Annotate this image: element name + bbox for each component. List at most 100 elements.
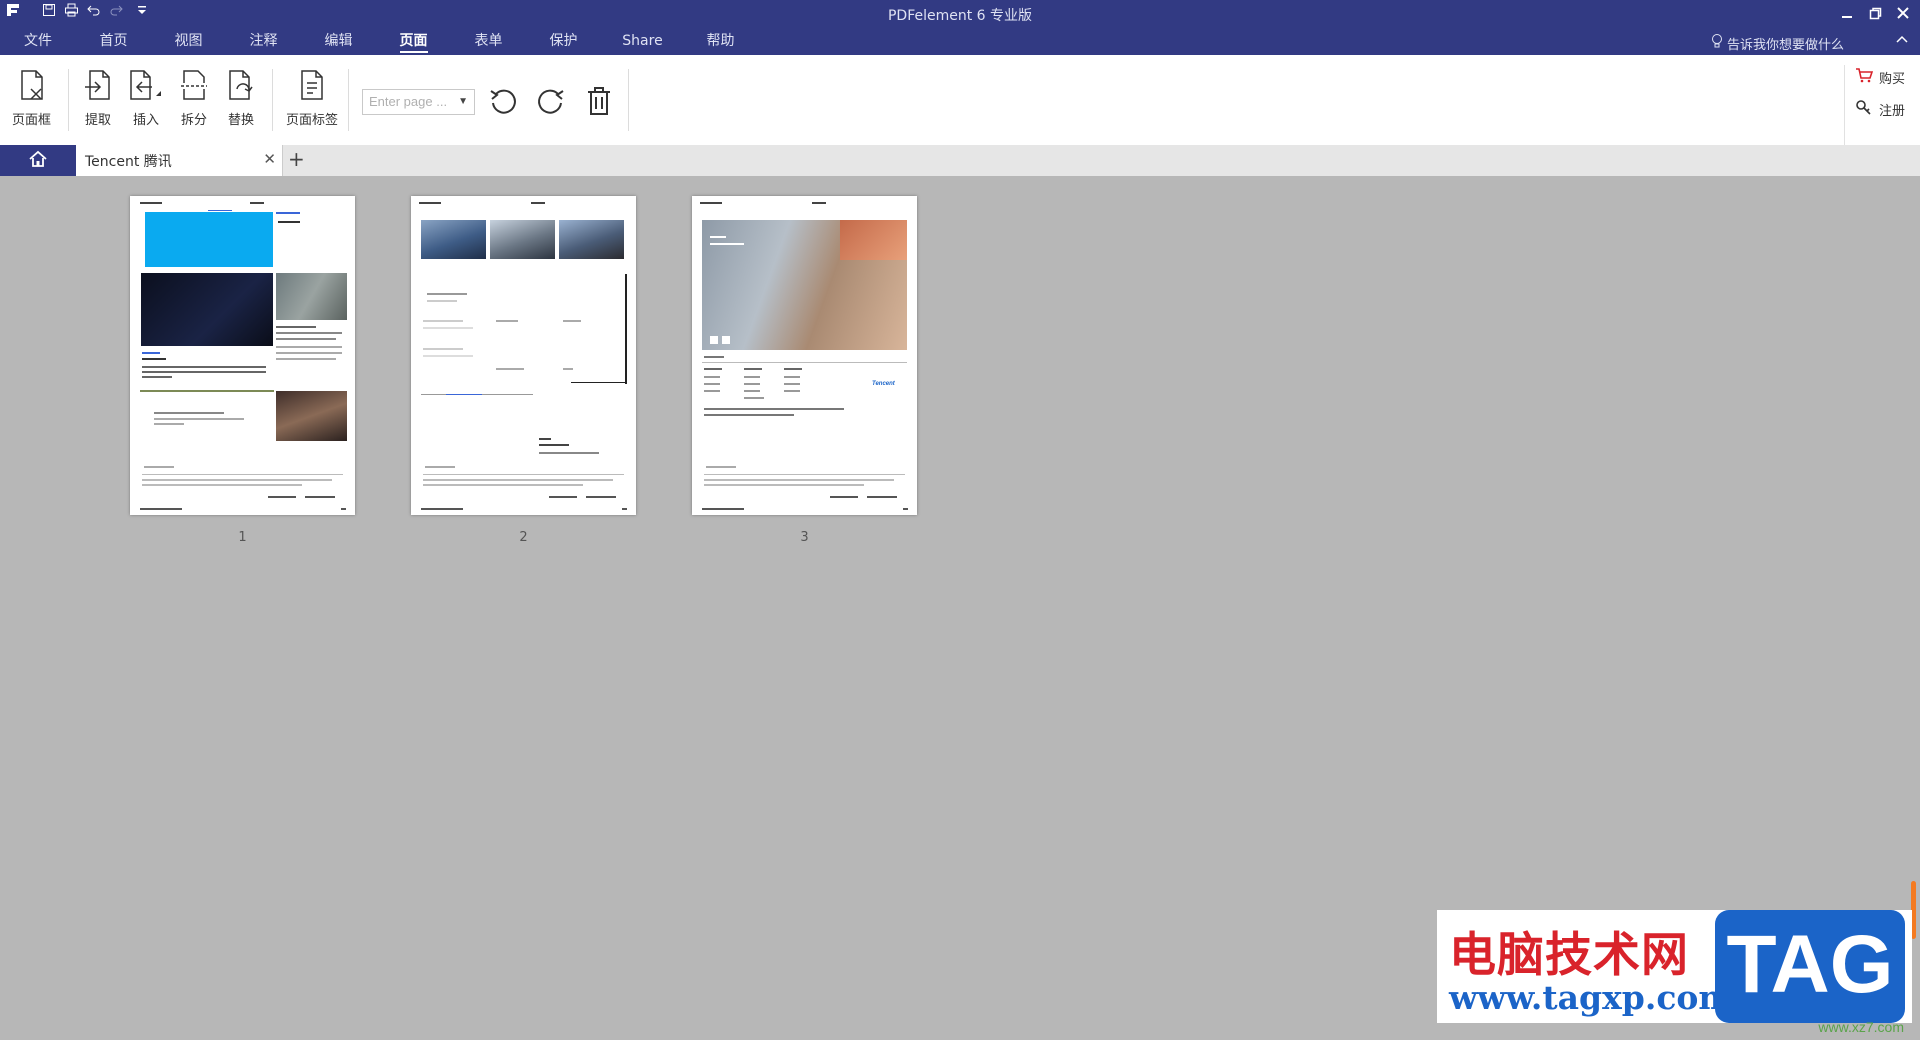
collapse-ribbon-icon[interactable] [1896, 32, 1908, 47]
home-tab[interactable] [0, 145, 76, 176]
page-box-label: 页面框 [12, 113, 52, 128]
menu-view[interactable]: 视图 [151, 30, 226, 55]
menu-home[interactable]: 首页 [76, 30, 151, 55]
menu-protect[interactable]: 保护 [526, 30, 601, 55]
menu-edit[interactable]: 编辑 [301, 30, 376, 55]
table-text [704, 376, 720, 378]
close-tab-icon[interactable]: ✕ [263, 150, 276, 168]
footer-text [423, 484, 583, 486]
split-label: 拆分 [180, 113, 207, 128]
chevron-down-icon[interactable]: ▼ [458, 96, 468, 107]
watermark-tag-logo: TAG [1715, 910, 1905, 1023]
section-text [423, 320, 463, 322]
page-thumbnail-3[interactable]: Tencent [692, 196, 917, 515]
insert-button[interactable]: 插入 [128, 69, 164, 128]
body-text [276, 338, 336, 340]
page-label-label: 页面标签 [286, 113, 339, 128]
body-text [154, 423, 184, 425]
section-text [496, 368, 524, 370]
ribbon-separator [348, 69, 349, 131]
footer-text [622, 508, 627, 510]
section-text [704, 356, 724, 358]
section-text [423, 348, 463, 350]
photo-caption [710, 236, 726, 238]
close-icon[interactable] [1892, 2, 1914, 24]
ribbon-separator [68, 69, 69, 131]
accent-line [208, 210, 232, 211]
menu-page[interactable]: 页面 [376, 30, 451, 55]
menu-comment[interactable]: 注释 [226, 30, 301, 55]
section-text [496, 320, 518, 322]
lightbulb-icon [1711, 33, 1723, 53]
ribbon-separator [272, 69, 273, 131]
page-label-button[interactable]: 页面标签 [286, 69, 338, 128]
buy-button[interactable]: 购买 [1845, 65, 1920, 89]
section-text [423, 355, 473, 357]
statue-photo [276, 273, 347, 320]
footer-text [830, 496, 858, 498]
menu-share[interactable]: Share [601, 30, 684, 55]
body-text [276, 358, 336, 360]
crowd-photo [276, 391, 347, 441]
menu-form[interactable]: 表单 [451, 30, 526, 55]
menu-bar: 文件 首页 视图 注释 编辑 页面 表单 保护 Share 帮助 [0, 30, 757, 55]
photo-caption [710, 243, 744, 245]
minimize-icon[interactable] [1836, 2, 1858, 24]
cart-icon [1855, 67, 1874, 87]
body-text [142, 366, 266, 368]
document-tab[interactable]: Tencent 腾讯 ✕ [76, 145, 283, 176]
menu-help[interactable]: 帮助 [684, 30, 757, 55]
replace-button[interactable]: 替换 [226, 69, 256, 128]
footer-text [142, 479, 332, 481]
page-box-button[interactable]: 页面框 [12, 69, 51, 128]
footer-divider [423, 474, 624, 475]
body-text [704, 408, 844, 410]
account-panel: 购买 注册 [1844, 65, 1920, 145]
ribbon-toolbar: 页面框 提取 插入 拆分 替换 页面标签 Enter page ... ▼ 购买… [0, 55, 1920, 146]
section-title [278, 221, 300, 223]
page-header-text [812, 202, 826, 204]
rotate-right-button[interactable] [534, 85, 566, 121]
heading-text [539, 438, 551, 440]
rotate-left-button[interactable] [488, 85, 520, 121]
buy-label: 购买 [1879, 71, 1906, 87]
body-text [154, 412, 224, 414]
title-bar: PDFelement 6 专业版 文件 首页 视图 注释 编辑 页面 表单 保护… [0, 0, 1920, 55]
key-icon [1855, 99, 1873, 119]
table-text [744, 368, 762, 370]
footer-divider [142, 474, 343, 475]
page-thumbnail-2[interactable] [411, 196, 636, 515]
split-button[interactable]: 拆分 [179, 69, 209, 128]
footer-text [549, 496, 577, 498]
body-text [154, 418, 244, 420]
replace-label: 替换 [227, 113, 254, 128]
page-header-text [419, 202, 441, 204]
delete-page-button[interactable] [584, 85, 614, 121]
footer-text [586, 496, 616, 498]
add-tab-icon[interactable]: + [288, 148, 305, 170]
trash-icon [584, 85, 614, 121]
menu-file[interactable]: 文件 [0, 30, 76, 55]
footer-text [425, 466, 455, 468]
frame-line [571, 382, 627, 383]
page-range-placeholder: Enter page ... [369, 94, 448, 109]
tell-me-search[interactable]: 告诉我你想要做什么 [1711, 33, 1844, 53]
table-text [704, 390, 720, 392]
table-text [784, 376, 800, 378]
window-title: PDFelement 6 专业版 [887, 8, 1033, 24]
restore-icon[interactable] [1864, 2, 1886, 24]
divider-line [140, 390, 274, 392]
body-text [142, 376, 172, 378]
photo-square [722, 336, 730, 344]
accent-line [276, 212, 300, 214]
body-text [142, 371, 266, 373]
table-text [744, 376, 760, 378]
page-range-input[interactable]: Enter page ... ▼ [362, 89, 475, 115]
body-text [276, 346, 342, 348]
page-thumbnail-1[interactable] [130, 196, 355, 515]
extract-button[interactable]: 提取 [83, 69, 113, 128]
extract-icon [83, 69, 113, 105]
watermark: 电脑技术网 www.tagxp.com TAG www.xz7.com [1437, 910, 1912, 1035]
register-button[interactable]: 注册 [1845, 97, 1920, 121]
rotate-right-icon [534, 85, 566, 121]
